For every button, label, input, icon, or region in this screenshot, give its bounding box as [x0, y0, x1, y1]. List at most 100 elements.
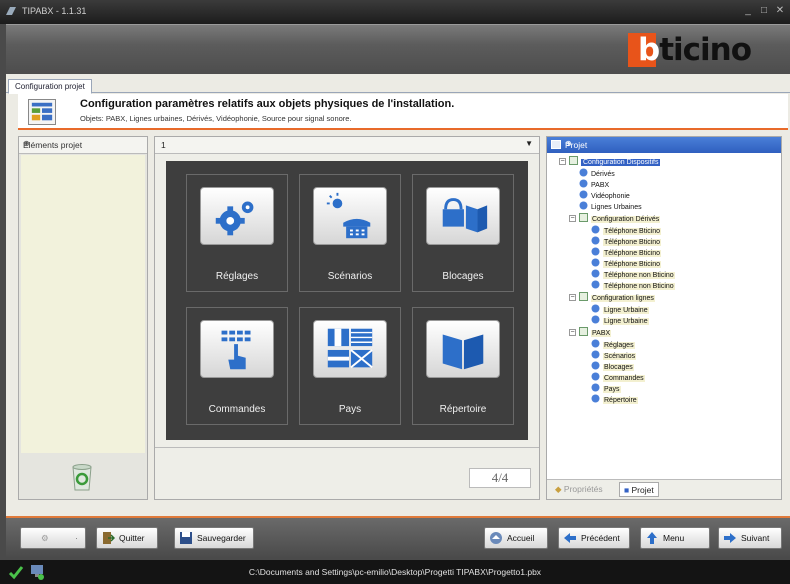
chevron-down-icon[interactable]: ▼ — [525, 139, 533, 148]
keypad-hand-icon — [200, 320, 274, 378]
folder-icon — [579, 213, 588, 222]
tree-node-config-lignes[interactable]: Configuration lignes — [579, 292, 655, 302]
project-tree-panel: Projet ⊕ − Configuration Dispositifs Dér… — [546, 136, 782, 500]
app-icon — [6, 7, 16, 15]
tree-node[interactable]: Blocages — [591, 361, 634, 371]
project-elements-panel: Eléments projet ⊕ — [18, 136, 148, 500]
folder-icon — [569, 156, 578, 165]
tab-configuration-projet[interactable]: Configuration projet — [8, 79, 92, 94]
panel-header: Eléments projet ⊕ — [19, 137, 147, 154]
bottom-toolbar: ⚙ · Quitter Sauvegarder Accueil Précéden… — [6, 516, 790, 558]
tree-node-pabx[interactable]: PABX — [579, 327, 612, 337]
tile-commandes[interactable]: Commandes — [186, 307, 288, 425]
folder-icon — [551, 140, 561, 149]
project-tree[interactable]: − Configuration Dispositifs Dérivés PABX… — [547, 155, 781, 479]
status-bar: C:\Documents and Settings\pc-emilio\Desk… — [0, 560, 790, 584]
next-button[interactable]: Suivant — [718, 527, 782, 549]
tree-node[interactable]: Téléphone Bticino — [591, 236, 662, 246]
window-title: TIPABX - 1.1.31 — [22, 6, 87, 16]
arrow-up-icon — [647, 532, 657, 544]
tile-label: Répertoire — [439, 404, 487, 415]
tile-reglages[interactable]: Réglages — [186, 174, 288, 292]
tree-node[interactable]: Téléphone Bticino — [591, 225, 662, 235]
tab-project[interactable]: ■ Projet — [619, 482, 659, 497]
phone-icon — [591, 280, 600, 289]
page-selector-value[interactable]: 1 — [161, 140, 166, 150]
phone-icon — [591, 269, 600, 278]
close-icon[interactable]: ✕ — [774, 5, 786, 17]
tree-node[interactable]: Scénarios — [591, 350, 637, 360]
function-grid: Réglages Scénarios Blocages Commandes Pa… — [166, 161, 528, 440]
settings-icon — [591, 383, 600, 392]
phone-icon — [591, 236, 600, 245]
previous-button[interactable]: Précédent — [558, 527, 630, 549]
line-icon — [591, 304, 600, 313]
properties-icon: ◆ — [555, 484, 564, 494]
folder-icon — [579, 327, 588, 336]
device-icon — [579, 190, 588, 199]
device-icon — [579, 201, 588, 210]
title-bar: TIPABX - 1.1.31 _ □ ✕ — [0, 0, 790, 24]
app-window: TIPABX - 1.1.31 _ □ ✕ bticino Configurat… — [0, 0, 790, 584]
info-banner: Configuration paramètres relatifs aux ob… — [18, 94, 788, 130]
collapse-icon[interactable]: − — [559, 158, 566, 165]
lock-book-icon — [426, 187, 500, 245]
recycle-bin-icon[interactable] — [67, 462, 97, 492]
tree-node[interactable]: Vidéophonie — [579, 190, 630, 200]
tree-node[interactable]: Ligne Urbaine — [591, 315, 649, 325]
tree-node[interactable]: Dérivés — [579, 168, 615, 178]
folder-icon: ■ — [624, 485, 632, 495]
panel-header: Projet ⊕ — [547, 137, 781, 153]
tile-label: Scénarios — [327, 271, 373, 282]
project-file-path: C:\Documents and Settings\pc-emilio\Desk… — [248, 567, 542, 577]
center-header: 1 ▼ — [155, 137, 539, 154]
tree-node[interactable]: Pays — [591, 383, 621, 393]
tree-node[interactable]: Téléphone non Bticino — [591, 280, 675, 290]
tree-node[interactable]: Commandes — [591, 372, 645, 382]
maximize-icon[interactable]: □ — [758, 5, 770, 17]
book-icon — [426, 320, 500, 378]
settings-icon — [591, 394, 600, 403]
tile-label: Commandes — [208, 404, 266, 415]
tree-node[interactable]: Répertoire — [591, 394, 638, 404]
settings-icon — [591, 339, 600, 348]
tree-node[interactable]: Réglages — [591, 339, 635, 349]
device-icon — [579, 168, 588, 177]
panel-tabs: ◆ Propriétés ■ Projet — [547, 479, 781, 499]
tree-node-root[interactable]: Configuration Dispositifs — [569, 156, 661, 166]
tab-properties[interactable]: ◆ Propriétés — [551, 482, 607, 497]
folder-icon — [579, 292, 588, 301]
project-elements-list[interactable] — [21, 155, 145, 453]
pin-icon[interactable]: ⊕ — [565, 139, 775, 148]
tile-blocages[interactable]: Blocages — [412, 174, 514, 292]
collapse-icon[interactable]: − — [569, 294, 576, 301]
tree-node-config-derives[interactable]: Configuration Dérivés — [579, 213, 661, 223]
floppy-disk-icon — [180, 532, 192, 544]
tile-pays[interactable]: Pays — [299, 307, 401, 425]
chevron-down-icon: · — [75, 533, 78, 543]
tile-scenarios[interactable]: Scénarios — [299, 174, 401, 292]
tile-repertoire[interactable]: Répertoire — [412, 307, 514, 425]
tree-node[interactable]: PABX — [579, 179, 609, 189]
options-dropdown[interactable]: ⚙ · — [20, 527, 86, 549]
collapse-icon[interactable]: − — [569, 329, 576, 336]
minimize-icon[interactable]: _ — [742, 5, 754, 17]
arrow-left-icon — [564, 533, 576, 543]
exit-icon — [103, 532, 115, 544]
tile-label: Blocages — [442, 271, 484, 282]
tree-node[interactable]: Téléphone non Bticino — [591, 269, 675, 279]
pin-icon[interactable]: ⊕ — [23, 139, 141, 148]
tree-node[interactable]: Téléphone Bticino — [591, 258, 662, 268]
device-icon — [579, 179, 588, 188]
menu-button[interactable]: Menu — [640, 527, 710, 549]
home-button[interactable]: Accueil — [484, 527, 548, 549]
save-button[interactable]: Sauvegarder — [174, 527, 254, 549]
tree-node[interactable]: Téléphone Bticino — [591, 247, 662, 257]
tree-node[interactable]: Ligne Urbaine — [591, 304, 649, 314]
home-icon — [490, 532, 502, 544]
tree-node[interactable]: Lignes Urbaines — [579, 201, 642, 211]
tab-strip: Configuration projet — [6, 76, 790, 94]
collapse-icon[interactable]: − — [569, 215, 576, 222]
phone-icon — [591, 225, 600, 234]
quit-button[interactable]: Quitter — [96, 527, 158, 549]
